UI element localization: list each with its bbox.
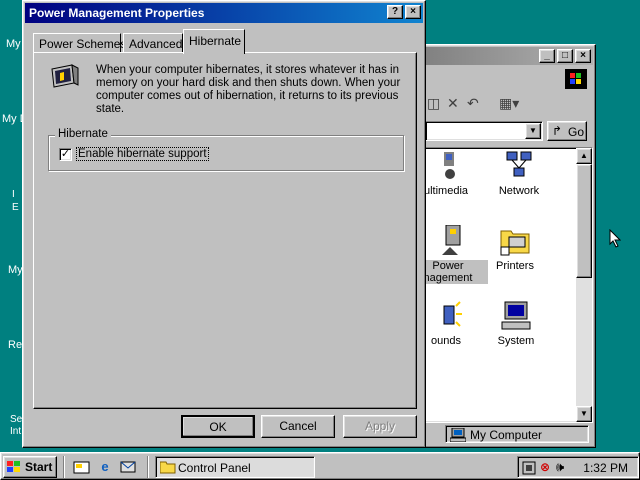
show-desktop-icon[interactable] — [73, 459, 91, 475]
desktop-label-my-network[interactable]: My — [8, 264, 23, 276]
close-button[interactable]: × — [405, 5, 421, 19]
dialog-title: Power Management Properties — [29, 6, 205, 20]
ok-button[interactable]: OK — [181, 415, 255, 438]
outlook-express-icon[interactable] — [119, 459, 137, 475]
scrollbar-thumb[interactable] — [576, 164, 592, 278]
item-label-line1: Power — [432, 260, 464, 272]
apply-button[interactable]: Apply — [343, 415, 417, 438]
enable-hibernate-checkbox[interactable]: ✓ — [59, 148, 72, 161]
list-item-network[interactable]: Network — [479, 150, 559, 197]
desktop-label-internet-explorer[interactable]: I E — [12, 188, 19, 214]
list-item-printers[interactable]: Printers — [475, 225, 555, 272]
paste-icon[interactable]: ◫ — [427, 95, 440, 112]
control-panel-titlebar[interactable]: _ □ × — [421, 47, 593, 65]
system-tray: ⊗ 🕪 1:32 PM — [517, 456, 639, 478]
address-input[interactable]: ▼ — [425, 121, 543, 141]
item-label: ultimedia — [423, 185, 469, 197]
enable-hibernate-label[interactable]: Enable hibernate support — [76, 147, 209, 161]
close-button[interactable]: × — [575, 49, 591, 63]
list-item-system[interactable]: System — [476, 300, 556, 347]
taskbar: Start e Control Panel ⊗ 🕪 1:32 PM — [0, 452, 640, 480]
groupbox-label: Hibernate — [55, 128, 111, 140]
item-label: ounds — [431, 335, 461, 347]
windows-logo-icon — [7, 461, 21, 473]
scroll-up-icon[interactable]: ▲ — [576, 148, 592, 164]
my-computer-icon — [449, 427, 467, 445]
desktop-label-setup-internet[interactable]: Se Int — [10, 414, 22, 438]
delete-icon[interactable]: ✕ — [447, 95, 459, 112]
hibernate-groupbox: Hibernate ✓ Enable hibernate support — [48, 128, 404, 171]
taskbar-button-control-panel[interactable]: Control Panel — [155, 456, 315, 478]
hibernate-monitor-icon — [50, 63, 80, 91]
tab-hibernate[interactable]: Hibernate — [183, 29, 245, 54]
minimize-button[interactable]: _ — [539, 49, 555, 63]
start-button[interactable]: Start — [3, 456, 57, 478]
taskbar-separator — [147, 456, 149, 478]
internet-explorer-icon[interactable]: e — [96, 459, 114, 475]
item-label: Network — [498, 185, 540, 197]
control-panel-content: ultimedia Network Power nagement Printers… — [423, 147, 593, 423]
desktop-label-recycle-bin[interactable]: Re — [8, 339, 22, 351]
sounds-icon — [430, 300, 462, 332]
power-management-icon — [432, 224, 464, 257]
printers-folder-icon — [499, 225, 531, 257]
checkmark-icon: ✓ — [60, 148, 71, 160]
network-status-icon[interactable]: ⊗ — [540, 460, 550, 474]
multimedia-icon — [430, 150, 462, 182]
help-button[interactable]: ? — [387, 5, 403, 19]
list-item-multimedia[interactable]: ultimedia — [423, 150, 486, 197]
control-panel-window[interactable]: _ □ × ◫ ✕ ↶ ▦▾ ▼ ↱ Go ultimedia Network … — [418, 44, 596, 448]
status-bar: My Computer — [423, 423, 591, 445]
status-text: My Computer — [470, 428, 543, 442]
taskbar-separator — [63, 456, 65, 478]
go-label: Go — [568, 125, 585, 139]
go-button[interactable]: ↱ Go — [547, 121, 587, 141]
item-label: System — [497, 335, 535, 347]
network-icon — [503, 150, 535, 182]
go-arrow-icon: ↱ — [552, 124, 563, 138]
hibernate-description: When your computer hibernates, it stores… — [96, 64, 401, 115]
volume-icon[interactable]: 🕪 — [556, 459, 564, 475]
start-label: Start — [25, 460, 53, 474]
control-panel-toolbar: ◫ ✕ ↶ ▦▾ — [421, 93, 593, 117]
scroll-down-icon[interactable]: ▼ — [576, 406, 592, 422]
windows-logo-icon — [565, 69, 587, 89]
tab-power-schemes[interactable]: Power Schemes — [33, 33, 126, 53]
vertical-scrollbar[interactable]: ▲ ▼ — [576, 148, 592, 422]
power-tray-icon[interactable] — [522, 460, 538, 479]
dialog-titlebar[interactable]: Power Management Properties ? × — [25, 3, 423, 23]
taskbar-button-label: Control Panel — [178, 461, 251, 475]
power-management-dialog[interactable]: Power Management Properties ? × Power Sc… — [22, 0, 426, 448]
system-icon — [500, 300, 532, 332]
item-label: Printers — [496, 260, 534, 272]
mouse-cursor-icon — [609, 229, 621, 248]
tab-advanced[interactable]: Advanced — [123, 33, 183, 53]
cancel-button[interactable]: Cancel — [261, 415, 335, 438]
control-panel-folder-icon — [159, 460, 176, 477]
clock[interactable]: 1:32 PM — [583, 461, 628, 475]
item-label-line2: nagement — [423, 272, 473, 284]
views-icon[interactable]: ▦▾ — [499, 95, 519, 112]
desktop-label-my-computer[interactable]: My — [6, 38, 21, 50]
maximize-button[interactable]: □ — [557, 49, 573, 63]
undo-icon[interactable]: ↶ — [467, 95, 479, 112]
hibernate-tab-panel: When your computer hibernates, it stores… — [33, 52, 417, 409]
address-bar: ▼ ↱ Go — [421, 119, 593, 143]
status-panel: My Computer — [445, 425, 589, 443]
chevron-down-icon[interactable]: ▼ — [525, 123, 541, 139]
